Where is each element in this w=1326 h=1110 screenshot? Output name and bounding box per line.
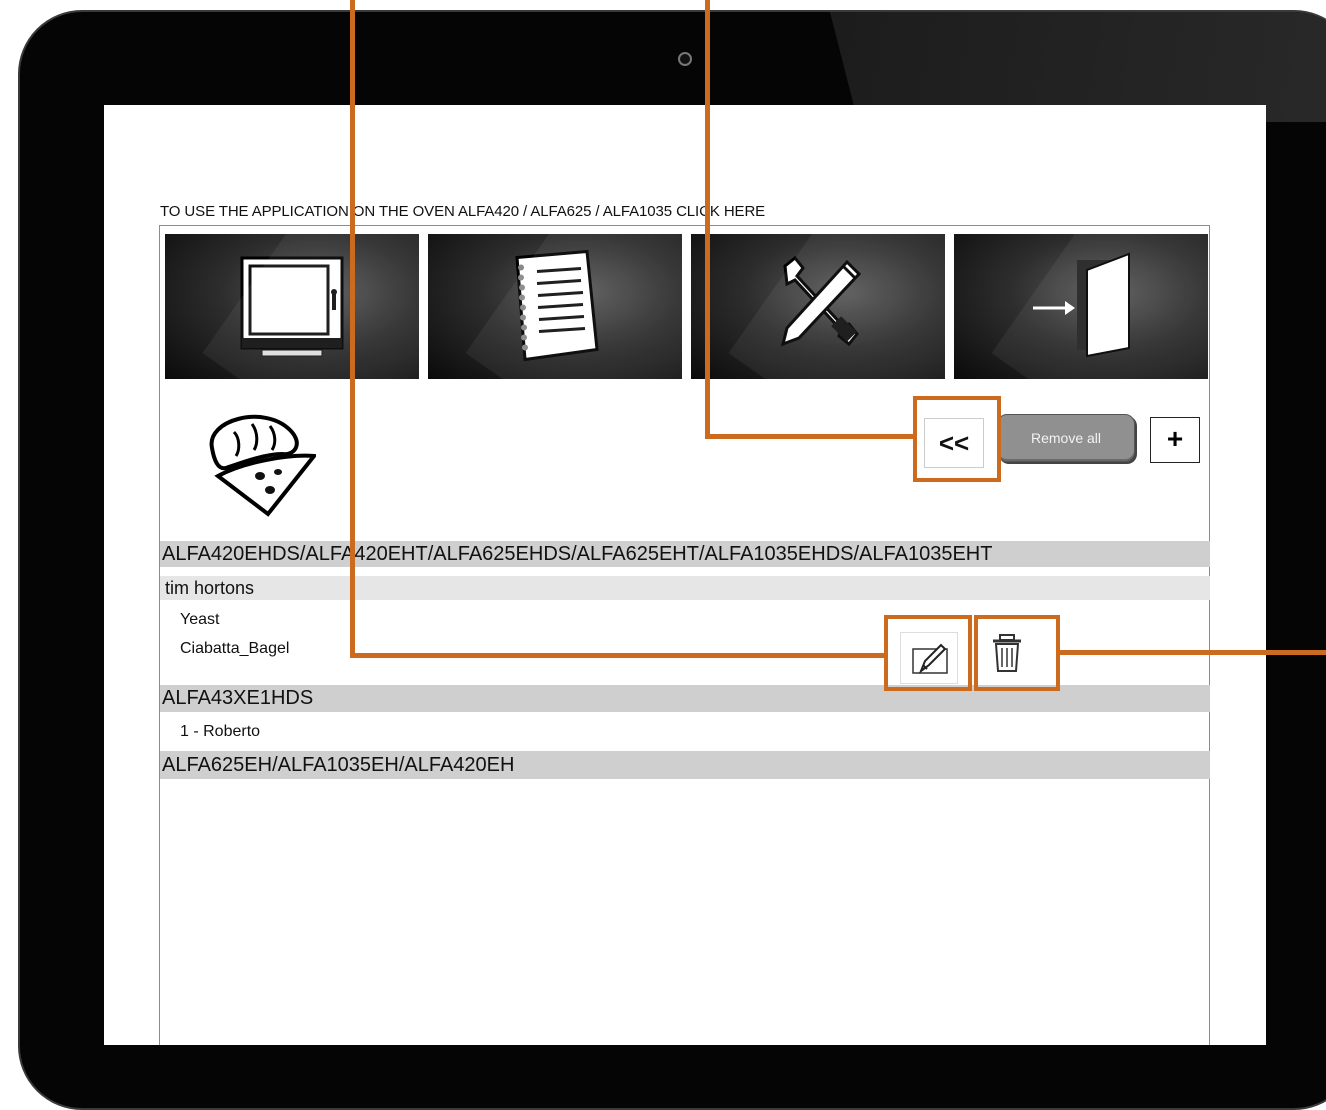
add-button[interactable]: + [1150, 417, 1200, 463]
front-camera [678, 52, 692, 66]
list-item[interactable]: Ciabatta_Bagel [180, 640, 289, 658]
tile-tools[interactable] [691, 234, 945, 379]
list-item[interactable]: 1 - Roberto [180, 723, 260, 741]
exit-door-icon [1033, 252, 1130, 357]
list-item[interactable]: Yeast [180, 611, 219, 629]
oven-icon [240, 256, 344, 356]
subgroup-header[interactable]: tim hortons [160, 576, 1210, 600]
callout-line-delete-horizontal [1058, 650, 1326, 655]
notebook-icon [515, 249, 599, 361]
oven-app-link[interactable]: TO USE THE APPLICATION ON THE OVEN ALFA4… [160, 203, 765, 220]
callout-back-button [913, 396, 1001, 482]
group-header[interactable]: ALFA625EH/ALFA1035EH/ALFA420EH [160, 751, 1210, 779]
callout-line-edit-horizontal [350, 653, 885, 658]
group-header[interactable]: ALFA420EHDS/ALFA420EHT/ALFA625EHDS/ALFA6… [160, 541, 1210, 567]
callout-line-back-horizontal [705, 434, 915, 439]
callout-delete-button [974, 615, 1060, 691]
callout-line-back-vertical [705, 0, 710, 439]
tools-icon [780, 255, 862, 346]
tile-oven[interactable] [165, 234, 419, 379]
remove-all-button[interactable]: Remove all [997, 414, 1135, 462]
bread-pizza-icon [204, 410, 318, 523]
callout-line-edit-vertical [350, 0, 355, 658]
tile-exit[interactable] [954, 234, 1208, 379]
tablet-screen: TO USE THE APPLICATION ON THE OVEN ALFA4… [104, 105, 1266, 1045]
tile-recipes[interactable] [428, 234, 682, 379]
callout-edit-button [884, 615, 972, 691]
